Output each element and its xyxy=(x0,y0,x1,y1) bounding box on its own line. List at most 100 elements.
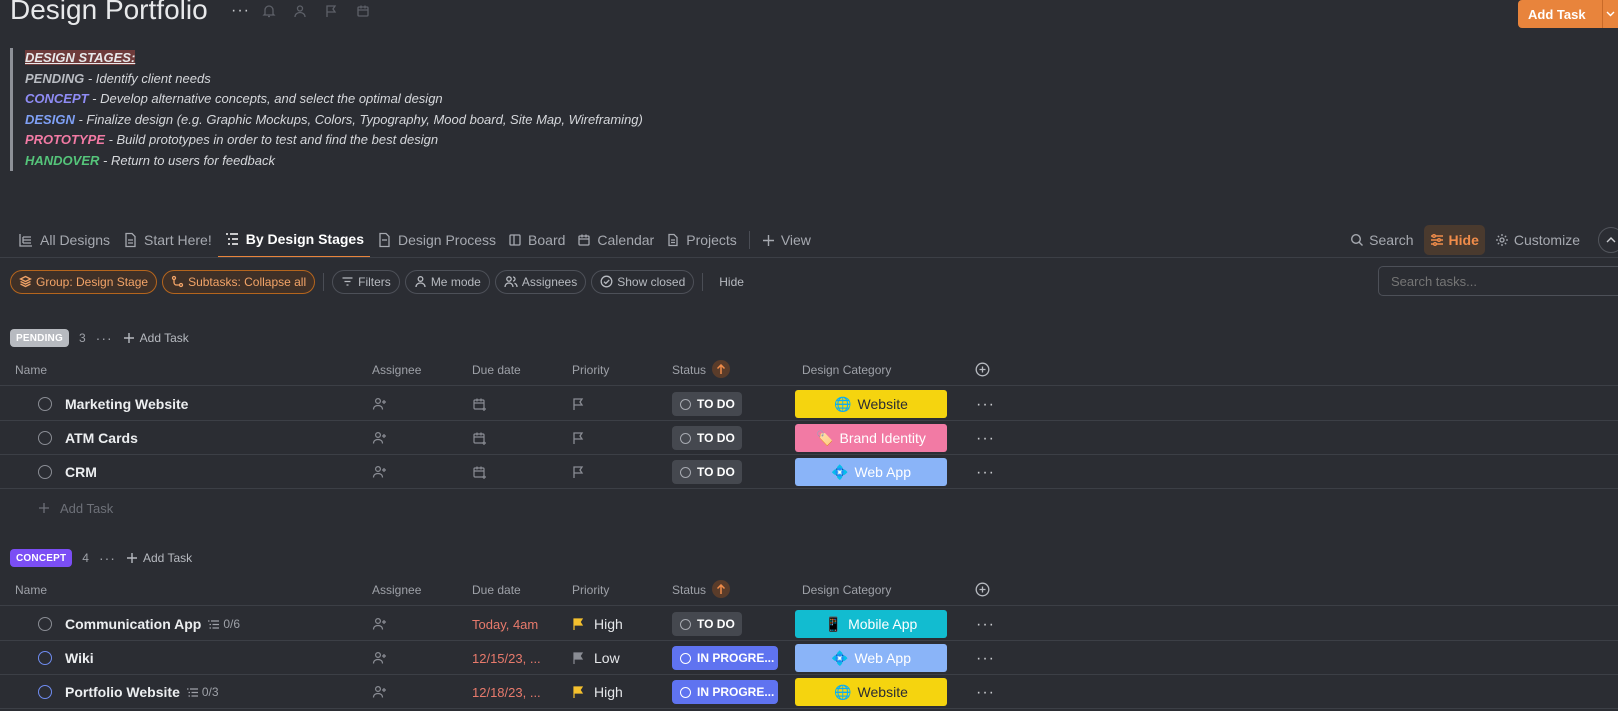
more-options-icon[interactable]: ··· xyxy=(976,684,995,702)
priority-cell[interactable]: High xyxy=(572,616,623,632)
column-priority[interactable]: Priority xyxy=(572,363,609,377)
due-date[interactable]: 12/15/23, ... xyxy=(472,651,541,666)
column-priority[interactable]: Priority xyxy=(572,583,609,597)
status-badge[interactable]: CONCEPT xyxy=(10,549,73,567)
status-badge[interactable]: TO DO xyxy=(672,612,742,636)
flag-icon[interactable] xyxy=(572,465,585,479)
status-badge[interactable]: TO DO xyxy=(672,392,742,416)
subtask-count[interactable]: 0/6 xyxy=(207,617,240,631)
more-options-icon[interactable]: ··· xyxy=(976,464,995,482)
column-status[interactable]: Status xyxy=(672,363,706,377)
add-task-button[interactable]: Add Task xyxy=(126,551,192,565)
column-name[interactable]: Name xyxy=(15,363,47,377)
category-tag[interactable]: 🌐 Website xyxy=(795,678,947,706)
search-tasks-input[interactable] xyxy=(1378,266,1618,296)
add-task-button[interactable]: Add Task xyxy=(123,331,189,345)
column-assignee[interactable]: Assignee xyxy=(372,363,421,377)
priority-cell[interactable]: High xyxy=(572,684,623,700)
add-assignee-icon[interactable] xyxy=(372,431,387,445)
due-date-icon[interactable] xyxy=(472,431,487,446)
table-row[interactable]: Marketing Website TO DO 🌐 Website ··· xyxy=(0,387,1618,421)
category-tag[interactable]: 🌐 Website xyxy=(795,390,947,418)
add-column-icon[interactable] xyxy=(975,582,990,597)
more-options-icon[interactable]: ··· xyxy=(976,650,995,668)
column-status[interactable]: Status xyxy=(672,583,706,597)
status-badge[interactable]: TO DO xyxy=(672,460,742,484)
priority-cell[interactable]: Low xyxy=(572,650,620,666)
status-badge[interactable]: IN PROGRE... xyxy=(672,680,778,704)
task-name[interactable]: Marketing Website xyxy=(65,396,188,412)
in-progress-icon[interactable] xyxy=(38,651,52,665)
column-assignee[interactable]: Assignee xyxy=(372,583,421,597)
status-badge[interactable]: PENDING xyxy=(10,329,69,347)
tab-calendar[interactable]: Calendar xyxy=(571,222,660,258)
category-tag[interactable]: 🏷️ Brand Identity xyxy=(795,424,947,452)
tab-start-here[interactable]: Start Here! xyxy=(116,222,218,258)
table-row[interactable]: ATM Cards TO DO 🏷️ Brand Identity ··· xyxy=(0,421,1618,455)
add-assignee-icon[interactable] xyxy=(372,685,387,699)
chevron-down-icon[interactable] xyxy=(1602,0,1618,28)
table-row[interactable]: Portfolio Website 0/3 12/18/23, ... High… xyxy=(0,675,1618,709)
column-design-category[interactable]: Design Category xyxy=(802,363,891,377)
customize-button[interactable]: Customize xyxy=(1489,225,1586,255)
add-column-icon[interactable] xyxy=(975,362,990,377)
more-options-icon[interactable]: ··· xyxy=(976,396,995,414)
task-name[interactable]: CRM xyxy=(65,464,97,480)
category-tag[interactable]: 💠 Web App xyxy=(795,644,947,672)
me-mode-chip[interactable]: Me mode xyxy=(404,269,490,294)
task-name[interactable]: Wiki xyxy=(65,650,94,666)
tab-board[interactable]: Board xyxy=(502,222,571,258)
more-options-icon[interactable]: ··· xyxy=(99,550,116,566)
search-button[interactable]: Search xyxy=(1344,225,1419,255)
tab-projects[interactable]: Projects xyxy=(660,222,743,258)
status-badge[interactable]: TO DO xyxy=(672,426,742,450)
add-task-row[interactable]: Add Task xyxy=(38,491,113,525)
group-by-chip[interactable]: Group: Design Stage xyxy=(10,269,158,294)
category-tag[interactable]: 📱 Mobile App xyxy=(795,610,947,638)
status-circle-icon[interactable] xyxy=(38,397,52,411)
due-date[interactable]: Today, 4am xyxy=(472,617,538,632)
subtasks-chip[interactable]: Subtasks: Collapse all xyxy=(162,269,316,294)
add-assignee-icon[interactable] xyxy=(372,397,387,411)
status-circle-icon[interactable] xyxy=(38,431,52,445)
column-design-category[interactable]: Design Category xyxy=(802,583,891,597)
add-view-button[interactable]: View xyxy=(756,222,817,258)
sort-ascending-icon[interactable] xyxy=(712,360,730,378)
flag-icon[interactable] xyxy=(572,431,585,445)
due-date[interactable]: 12/18/23, ... xyxy=(472,685,541,700)
subtask-count[interactable]: 0/3 xyxy=(186,685,219,699)
assignees-chip[interactable]: Assignees xyxy=(494,269,587,294)
status-badge[interactable]: IN PROGRE... xyxy=(672,646,778,670)
user-icon[interactable] xyxy=(293,4,307,18)
tab-design-process[interactable]: Design Process xyxy=(370,222,502,258)
filters-chip[interactable]: Filters xyxy=(332,269,400,294)
show-closed-chip[interactable]: Show closed xyxy=(591,269,695,294)
task-name[interactable]: Portfolio Website 0/3 xyxy=(65,684,219,700)
column-name[interactable]: Name xyxy=(15,583,47,597)
collapse-header-button[interactable] xyxy=(1598,227,1618,253)
column-due-date[interactable]: Due date xyxy=(472,363,521,377)
add-assignee-icon[interactable] xyxy=(372,617,387,631)
table-row[interactable]: Communication App 0/6 Today, 4am High TO… xyxy=(0,607,1618,641)
more-options-icon[interactable]: ··· xyxy=(231,2,250,20)
add-assignee-icon[interactable] xyxy=(372,465,387,479)
add-task-button[interactable]: Add Task xyxy=(1518,0,1618,28)
in-progress-icon[interactable] xyxy=(38,685,52,699)
due-date-icon[interactable] xyxy=(472,397,487,412)
task-name[interactable]: Communication App 0/6 xyxy=(65,616,240,632)
sort-ascending-icon[interactable] xyxy=(712,580,730,598)
add-assignee-icon[interactable] xyxy=(372,651,387,665)
flag-icon[interactable] xyxy=(324,4,338,18)
status-circle-icon[interactable] xyxy=(38,465,52,479)
column-due-date[interactable]: Due date xyxy=(472,583,521,597)
due-date-icon[interactable] xyxy=(472,465,487,480)
table-row[interactable]: CRM TO DO 💠 Web App ··· xyxy=(0,455,1618,489)
bell-icon[interactable] xyxy=(262,4,276,18)
table-row[interactable]: Wiki 12/15/23, ... Low IN PROGRE... 💠 Web… xyxy=(0,641,1618,675)
hide-button[interactable]: Hide xyxy=(1423,225,1485,255)
status-circle-icon[interactable] xyxy=(38,617,52,631)
task-name[interactable]: ATM Cards xyxy=(65,430,138,446)
tab-by-design-stages[interactable]: By Design Stages xyxy=(217,222,370,258)
hide-columns-button[interactable]: Hide xyxy=(711,275,752,289)
more-options-icon[interactable]: ··· xyxy=(976,430,995,448)
